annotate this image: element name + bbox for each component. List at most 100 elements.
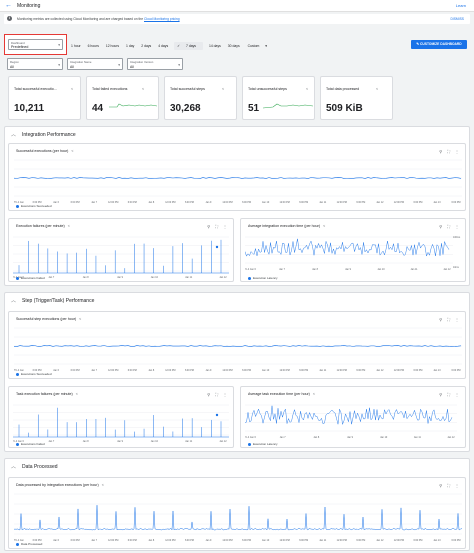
zoom-icon[interactable]: ⚲ [207, 224, 210, 229]
share-icon[interactable]: < [102, 483, 104, 487]
x-tick-label: Jan 8 [148, 369, 155, 372]
time-range-1-hour[interactable]: 1 hour [70, 43, 82, 49]
time-range-14-days[interactable]: 14 days [208, 43, 222, 49]
more-vert-icon[interactable]: ⋮ [455, 149, 459, 154]
stat-card-title: Total data processed [326, 87, 360, 91]
share-icon[interactable]: < [222, 87, 224, 91]
dropdown-caret-icon: ▾ [58, 43, 60, 47]
more-vert-icon[interactable]: ⋮ [223, 392, 227, 397]
integration-version-filter[interactable]: Integration Version All ▾ [127, 58, 183, 70]
top-bar: ← Monitoring Learn [0, 0, 474, 12]
x-tick-label: Jan 10 [151, 276, 159, 279]
time-range-4-days[interactable]: 4 days [157, 43, 169, 49]
x-tick-label: 12:00 PM [222, 201, 232, 204]
fullscreen-icon[interactable]: ⛶ [215, 392, 218, 397]
share-icon[interactable]: < [79, 317, 81, 321]
share-icon[interactable]: < [68, 224, 70, 228]
share-icon[interactable]: < [71, 149, 73, 153]
zoom-icon[interactable]: ⚲ [439, 224, 442, 229]
chart-legend: Executions Failed [16, 276, 45, 280]
time-range-2-days[interactable]: 2 days [140, 43, 152, 49]
more-vert-icon[interactable]: ⋮ [455, 317, 459, 322]
y-axis-bottom-label: 10ms [453, 266, 459, 269]
chart-title: Task execution failures (per minute) < [16, 392, 78, 396]
zoom-icon[interactable]: ⚲ [439, 483, 442, 488]
x-tick-label: Jan 11 [319, 201, 327, 204]
fullscreen-icon[interactable]: ⛶ [447, 483, 450, 488]
integration-name-filter-value: All [70, 65, 74, 69]
section-header[interactable]: ︿ Data Processed [11, 463, 58, 470]
y-axis-top-label: 100ms [453, 236, 461, 239]
time-range-6-hours[interactable]: 6 hours [87, 43, 100, 49]
time-range-selector: 1 hour 6 hours 12 hours 1 day 2 days 4 d… [70, 42, 272, 50]
chart-toolbar: ⚲ ⛶ ⋮ [434, 483, 459, 488]
x-tick-label: Jan 6 [53, 369, 60, 372]
section-header[interactable]: ︿ Step (Trigger/Task) Performance [11, 297, 94, 304]
info-banner: i Monitoring metrics are collected using… [4, 14, 470, 24]
x-tick-label: 6:00 PM [413, 539, 422, 542]
share-icon[interactable]: < [376, 87, 378, 91]
dashboard-selector-highlight: Dashboard Predefined ▾ [4, 34, 67, 55]
chart-toolbar: ⚲ ⛶ ⋮ [434, 224, 459, 229]
fullscreen-icon[interactable]: ⛶ [447, 224, 450, 229]
time-range-1-day[interactable]: 1 day [125, 43, 135, 49]
x-tick-label: 6:00 PM [128, 539, 137, 542]
integration-name-filter[interactable]: Integration Name All ▾ [67, 58, 123, 70]
more-vert-icon[interactable]: ⋮ [455, 224, 459, 229]
dashboard-select-value: Predefined [11, 45, 29, 49]
stat-card-data-processed: Total data processed < 509 KiB [320, 76, 393, 120]
x-tick-label: Jan 13 [433, 201, 441, 204]
share-icon[interactable]: < [71, 87, 73, 91]
zoom-icon[interactable]: ⚲ [439, 392, 442, 397]
fullscreen-icon[interactable]: ⛶ [447, 392, 450, 397]
stat-card-value: 44 [92, 103, 104, 114]
x-tick-label: Jan 7 [280, 436, 287, 439]
zoom-icon[interactable]: ⚲ [207, 392, 210, 397]
more-vert-icon[interactable]: ⋮ [455, 483, 459, 488]
chart-plot-successful-executions: UTC-4 Jan6:00 PMJan 66:00 PMJan 712:00 P… [14, 159, 462, 204]
chart-plot-successful-steps: UTC-4 Jan6:00 PMJan 66:00 PMJan 712:00 P… [14, 327, 462, 372]
customize-dashboard-button[interactable]: ✎ CUSTOMIZE DASHBOARD [411, 40, 467, 49]
x-tick-label: 6:00 PM [128, 369, 137, 372]
dropdown-caret-icon: ▾ [118, 63, 120, 67]
learn-link[interactable]: Learn [456, 3, 466, 8]
chart-toolbar: ⚲ ⛶ ⋮ [434, 149, 459, 154]
x-tick-label: Jan 8 [312, 268, 319, 271]
x-tick-label: 6:00 PM [413, 201, 422, 204]
chart-card-successful-steps: Successful step executions (per hour) < ⚲… [8, 311, 466, 379]
share-icon[interactable]: < [306, 87, 308, 91]
x-tick-label: Jan 8 [148, 539, 155, 542]
stat-card-value: 509 KiB [326, 103, 363, 114]
x-tick-label: 12:00 PM [337, 539, 347, 542]
x-tick-label: Jan 9 [206, 539, 213, 542]
chart-card-avg-task-time: Average task execution time (per hour) < … [240, 386, 466, 448]
section-title: Integration Performance [22, 132, 76, 138]
fullscreen-icon[interactable]: ⛶ [447, 317, 450, 322]
more-vert-icon[interactable]: ⋮ [223, 224, 227, 229]
x-tick-label: 6:00 PM [128, 201, 137, 204]
time-range-12-hours[interactable]: 12 hours [105, 43, 120, 49]
dismiss-button[interactable]: DISMISS [450, 17, 464, 21]
share-icon[interactable]: < [323, 224, 325, 228]
share-icon[interactable]: < [76, 392, 78, 396]
zoom-icon[interactable]: ⚲ [439, 149, 442, 154]
fullscreen-icon[interactable]: ⛶ [215, 224, 218, 229]
x-tick-label: 12:00 PM [108, 369, 118, 372]
chart-legend: Executions Failed [16, 442, 45, 446]
x-tick-label: Jan 10 [262, 369, 270, 372]
fullscreen-icon[interactable]: ⛶ [447, 149, 450, 154]
section-header[interactable]: ︿ Integration Performance [11, 131, 76, 138]
time-range-30-days[interactable]: 30 days [227, 43, 241, 49]
back-arrow-icon[interactable]: ← [5, 2, 12, 10]
pricing-link[interactable]: Cloud Monitoring pricing [144, 17, 180, 21]
share-icon[interactable]: < [142, 87, 144, 91]
time-range-7-days[interactable]: ✓ 7 days [174, 42, 203, 50]
x-tick-label: Jan 10 [262, 201, 270, 204]
share-icon[interactable]: < [313, 392, 315, 396]
more-vert-icon[interactable]: ⋮ [455, 392, 459, 397]
zoom-icon[interactable]: ⚲ [439, 317, 442, 322]
time-range-custom[interactable]: Custom ▾ [246, 42, 268, 50]
dashboard-select[interactable]: Dashboard Predefined ▾ [8, 39, 63, 50]
region-filter[interactable]: Region All ▾ [7, 58, 63, 70]
stat-card-successful-steps: Total successful steps < 30,268 [164, 76, 237, 120]
